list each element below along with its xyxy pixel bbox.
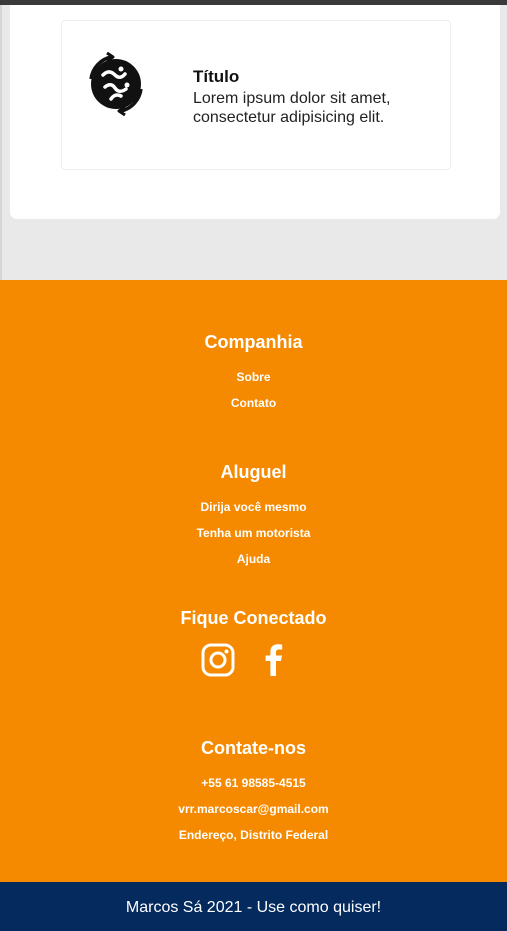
cycle-brain-icon <box>81 49 151 119</box>
link-contato[interactable]: Contato <box>0 396 507 410</box>
contact-address: Endereço, Distrito Federal <box>178 828 329 842</box>
contact-phone[interactable]: +55 61 98585-4515 <box>0 776 507 790</box>
link-ajuda[interactable]: Ajuda <box>0 552 507 566</box>
footer: Companhia Sobre Contato Aluguel Dirija v… <box>0 280 507 882</box>
facebook-icon[interactable] <box>256 642 292 678</box>
link-motorista[interactable]: Tenha um motorista <box>0 526 507 540</box>
instagram-icon[interactable] <box>200 642 236 678</box>
copyright-text: Marcos Sá 2021 - Use como quiser! <box>125 899 382 916</box>
link-sobre[interactable]: Sobre <box>0 370 507 384</box>
feature-title: Título <box>193 67 240 86</box>
left-edge <box>0 5 2 280</box>
contact-title: Contate-nos <box>201 738 306 758</box>
feature-card: Título Lorem ipsum dolor sit amet, conse… <box>61 20 451 170</box>
feature-text: Lorem ipsum dolor sit amet, consectetur … <box>193 90 391 126</box>
social-title: Fique Conectado <box>180 608 327 628</box>
contact-email[interactable]: vrr.marcoscar@gmail.com <box>0 802 507 816</box>
link-dirija[interactable]: Dirija você mesmo <box>0 500 507 514</box>
rental-title: Aluguel <box>220 462 287 482</box>
content-panel: Título Lorem ipsum dolor sit amet, conse… <box>10 5 500 219</box>
bottom-bar: Marcos Sá 2021 - Use como quiser! <box>0 882 507 931</box>
company-title: Companhia <box>204 332 303 352</box>
